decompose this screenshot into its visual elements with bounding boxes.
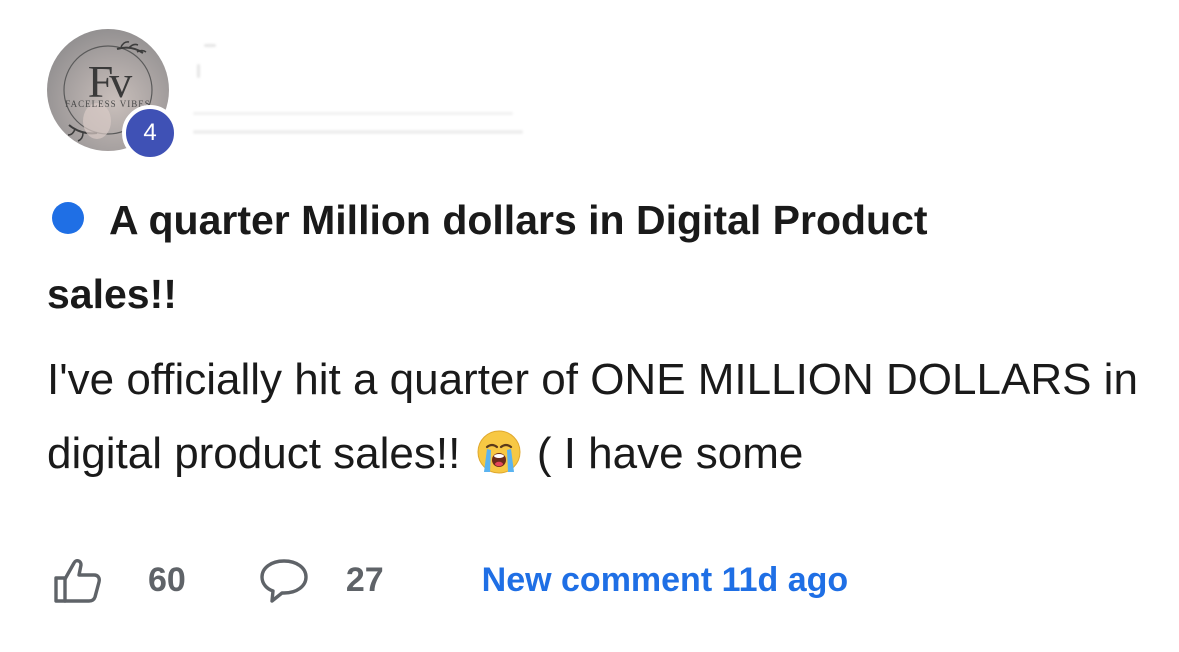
- loudly-crying-face-icon: [477, 430, 521, 474]
- redacted-author-meta-line: [193, 130, 523, 134]
- post-body[interactable]: I've officially hit a quarter of ONE MIL…: [47, 343, 1167, 491]
- redacted-author-meta: [193, 112, 513, 115]
- comment-count: 27: [345, 560, 384, 599]
- post-title-text: A quarter Million dollars in Digital Pro…: [47, 197, 928, 317]
- post-card[interactable]: Fv FACELESS VIBES 4 A quarter Million do…: [0, 0, 1179, 652]
- post-body-text-continued: ( I have some: [536, 429, 804, 478]
- author-avatar-group[interactable]: Fv FACELESS VIBES 4: [47, 29, 178, 161]
- post-title[interactable]: A quarter Million dollars in Digital Pro…: [47, 183, 1047, 331]
- comment-button[interactable]: 27: [258, 556, 482, 604]
- comment-bubble-icon: [260, 559, 308, 603]
- like-button[interactable]: 60: [52, 556, 258, 604]
- unread-dot-icon: [52, 202, 84, 234]
- redacted-author-name: [204, 44, 216, 47]
- redacted-author-name-mark: [197, 64, 200, 78]
- like-count: 60: [148, 560, 186, 599]
- level-badge: 4: [122, 105, 178, 161]
- thumbs-up-icon: [54, 559, 101, 603]
- post-footer: 60 27 New comment 11d ago: [52, 552, 848, 608]
- new-comment-link[interactable]: New comment 11d ago: [482, 561, 849, 600]
